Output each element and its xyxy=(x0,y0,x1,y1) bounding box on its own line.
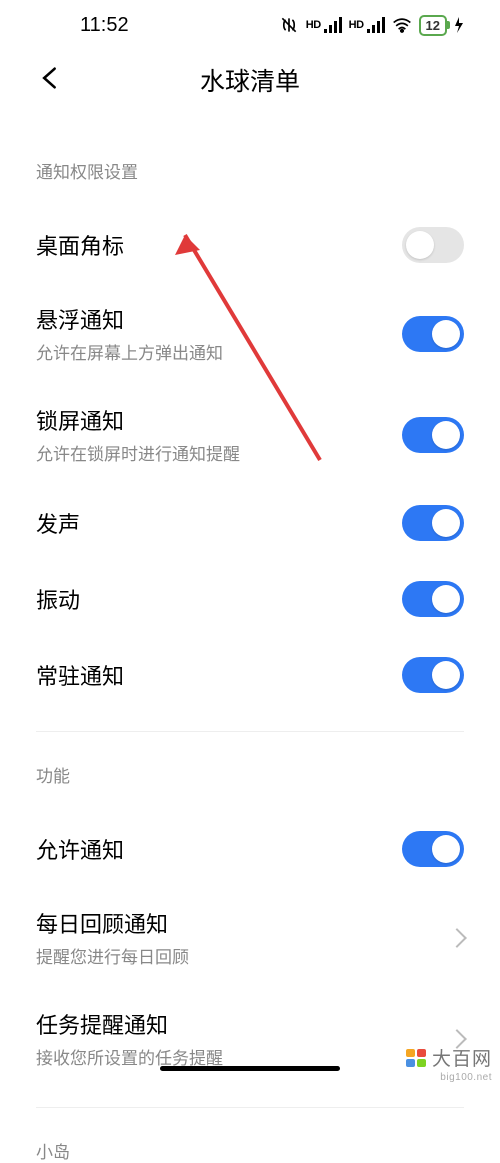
toggle-lock-notification[interactable] xyxy=(402,417,464,453)
divider xyxy=(36,1107,464,1108)
row-allow-notification[interactable]: 允许通知 xyxy=(36,811,464,887)
status-bar: 11:52 HD HD 12 xyxy=(0,0,500,50)
content: 通知权限设置 桌面角标 悬浮通知 允许在屏幕上方弹出通知 锁屏通知 允许在锁屏时… xyxy=(0,158,500,1163)
row-title: 桌面角标 xyxy=(36,229,402,261)
header: 水球清单 xyxy=(0,50,500,110)
divider xyxy=(36,731,464,732)
watermark-text: 大百网 xyxy=(432,1044,492,1071)
toggle-persistent[interactable] xyxy=(402,657,464,693)
row-sound[interactable]: 发声 xyxy=(36,485,464,561)
toggle-desktop-badge[interactable] xyxy=(402,227,464,263)
row-title: 允许通知 xyxy=(36,833,402,865)
wifi-icon xyxy=(392,17,412,33)
row-title: 发声 xyxy=(36,507,402,539)
row-title: 锁屏通知 xyxy=(36,404,402,436)
battery-indicator: 12 xyxy=(419,15,447,36)
row-float-notification[interactable]: 悬浮通知 允许在屏幕上方弹出通知 xyxy=(36,283,464,384)
row-title: 每日回顾通知 xyxy=(36,907,450,939)
row-subtitle: 允许在锁屏时进行通知提醒 xyxy=(36,440,402,465)
signal-icon-2 xyxy=(367,17,385,33)
chevron-right-icon xyxy=(447,928,467,948)
back-button[interactable] xyxy=(36,64,64,97)
row-persistent[interactable]: 常驻通知 xyxy=(36,637,464,713)
toggle-allow-notification[interactable] xyxy=(402,831,464,867)
toggle-float-notification[interactable] xyxy=(402,316,464,352)
charging-icon xyxy=(454,17,464,33)
row-daily-review[interactable]: 每日回顾通知 提醒您进行每日回顾 xyxy=(36,887,464,988)
section-function: 功能 xyxy=(36,762,464,787)
row-lock-notification[interactable]: 锁屏通知 允许在锁屏时进行通知提醒 xyxy=(36,384,464,485)
status-icons: HD HD 12 xyxy=(279,15,464,36)
row-title: 悬浮通知 xyxy=(36,303,402,335)
status-time: 11:52 xyxy=(80,14,129,37)
toggle-vibrate[interactable] xyxy=(402,581,464,617)
hd-label-1: HD xyxy=(306,19,321,31)
watermark: 大百网 xyxy=(406,1044,492,1071)
hd-label-2: HD xyxy=(349,19,364,31)
row-title: 任务提醒通知 xyxy=(36,1008,450,1040)
signal-icon-1 xyxy=(324,17,342,33)
watermark-icon xyxy=(406,1049,426,1067)
section-notification-permissions: 通知权限设置 xyxy=(36,158,464,183)
home-indicator[interactable] xyxy=(160,1066,340,1071)
section-island: 小岛 xyxy=(36,1138,464,1163)
row-title: 振动 xyxy=(36,583,402,615)
row-subtitle: 允许在屏幕上方弹出通知 xyxy=(36,339,402,364)
row-task-reminder[interactable]: 任务提醒通知 接收您所设置的任务提醒 xyxy=(36,988,464,1089)
back-arrow-icon xyxy=(36,64,64,92)
row-vibrate[interactable]: 振动 xyxy=(36,561,464,637)
mute-icon xyxy=(279,15,299,35)
toggle-sound[interactable] xyxy=(402,505,464,541)
row-title: 常驻通知 xyxy=(36,659,402,691)
page-title: 水球清单 xyxy=(0,62,500,98)
row-subtitle: 提醒您进行每日回顾 xyxy=(36,943,450,968)
watermark-url: big100.net xyxy=(440,1072,492,1083)
row-desktop-badge[interactable]: 桌面角标 xyxy=(36,207,464,283)
